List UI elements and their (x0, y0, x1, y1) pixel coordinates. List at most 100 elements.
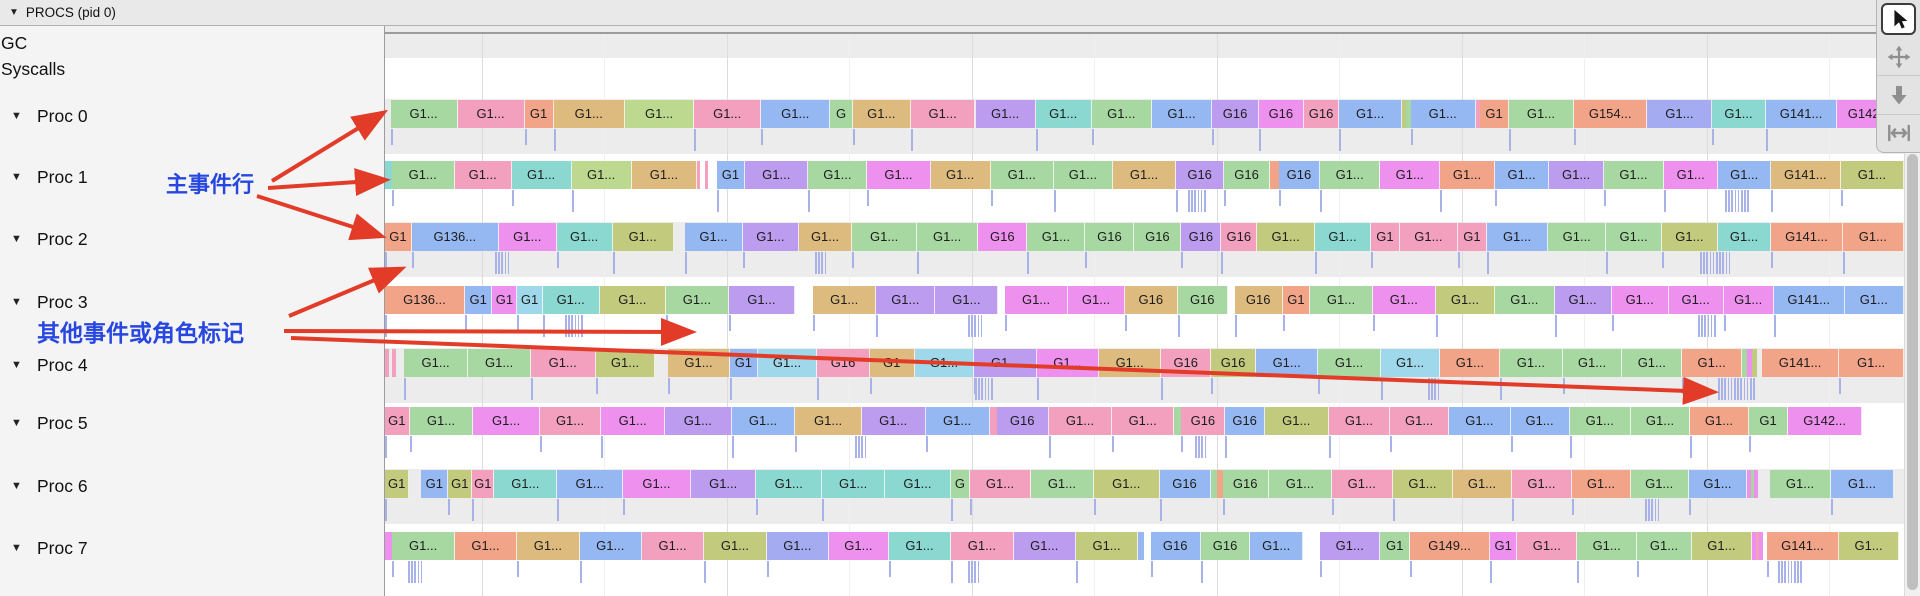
trace-event-bar[interactable]: G1... (1843, 223, 1904, 251)
trace-event-bar[interactable]: G1... (758, 349, 818, 377)
trace-event-bar[interactable]: G1... (694, 100, 761, 128)
trace-event-bar[interactable]: G1... (455, 161, 512, 189)
trace-event-bar[interactable]: G1 (385, 407, 410, 435)
trace-event-bar[interactable]: G141... (1771, 223, 1842, 251)
trace-event-bar[interactable]: G1... (1381, 349, 1441, 377)
trace-event-bar[interactable]: G1... (1014, 532, 1076, 560)
trace-event-bar[interactable] (1270, 161, 1279, 189)
trace-event-bar[interactable]: G1... (1718, 223, 1772, 251)
trace-event-bar[interactable]: G16 (1224, 161, 1270, 189)
trace-event-bar[interactable]: G1... (1689, 470, 1747, 498)
trace-event-bar[interactable]: G16 (1176, 161, 1224, 189)
collapse-triangle-icon[interactable]: ▼ (11, 353, 22, 377)
trace-event-bar[interactable]: G1... (885, 470, 951, 498)
trace-event-bar[interactable]: G141... (1774, 286, 1845, 314)
trace-event-bar[interactable]: G1 (517, 286, 542, 314)
trace-event-bar[interactable]: G1 (717, 161, 745, 189)
trace-event-bar[interactable]: G1... (1770, 470, 1831, 498)
trace-event-bar[interactable]: G1... (642, 532, 704, 560)
trace-event-bar[interactable]: G1... (458, 100, 525, 128)
trace-event-bar[interactable]: G141... (1767, 532, 1839, 560)
trace-event-bar[interactable] (705, 161, 708, 189)
trace-event-bar[interactable]: G1... (1577, 532, 1637, 560)
trace-event-bar[interactable]: G1... (685, 223, 743, 251)
trace-event-bar[interactable]: G1... (1631, 470, 1689, 498)
trace-event-bar[interactable]: G1 (730, 349, 757, 377)
trace-event-bar[interactable]: G1... (1682, 349, 1742, 377)
trace-event-bar[interactable]: G1 (465, 286, 492, 314)
trace-event-bar[interactable]: G1... (1509, 100, 1574, 128)
trace-event-bar[interactable]: G16 (1279, 161, 1320, 189)
trace-event-bar[interactable]: G16 (817, 349, 869, 377)
trace-event-bar[interactable]: G1... (1269, 470, 1332, 498)
trace-event-bar[interactable] (392, 349, 396, 377)
trace-event-bar[interactable]: G136... (385, 286, 465, 314)
sidebar-item-gc[interactable]: GC (0, 31, 380, 55)
trace-event-bar[interactable]: G1... (1622, 349, 1682, 377)
trace-event-bar[interactable]: G1... (1517, 532, 1577, 560)
trace-event-bar[interactable]: G1 (1480, 100, 1509, 128)
trace-event-bar[interactable]: G1... (970, 470, 1031, 498)
trace-event-bar[interactable]: G1... (1320, 532, 1380, 560)
trace-event-bar[interactable] (1174, 407, 1181, 435)
trace-event-bar[interactable]: G16 (1223, 470, 1269, 498)
trace-event-bar[interactable]: G1 (385, 223, 412, 251)
trace-event-bar[interactable]: G141... (1771, 161, 1841, 189)
trace-event-bar[interactable]: G1... (756, 470, 822, 498)
trace-event-bar[interactable]: G1... (1036, 100, 1092, 128)
trace-event-bar[interactable] (990, 407, 997, 435)
trace-event-bar[interactable]: G1... (852, 223, 917, 251)
sidebar-item-proc-4[interactable]: ▼Proc 4 (0, 353, 380, 377)
trace-event-bar[interactable]: G1... (554, 100, 625, 128)
trace-event-bar[interactable]: G1... (1076, 532, 1138, 560)
trace-event-bar[interactable]: G1... (911, 100, 976, 128)
trace-event-bar[interactable]: G1... (829, 532, 889, 560)
trace-event-bar[interactable]: G1... (704, 532, 766, 560)
trace-event-bar[interactable]: G1... (1380, 161, 1440, 189)
trace-event-bar[interactable]: G1... (1512, 470, 1573, 498)
collapse-triangle-icon[interactable]: ▼ (11, 474, 22, 498)
trace-event-bar[interactable]: G1... (1662, 223, 1718, 251)
trace-event-bar[interactable]: G1... (822, 470, 885, 498)
trace-event-bar[interactable]: G1... (1724, 286, 1774, 314)
trace-event-bar[interactable]: G1... (1690, 407, 1749, 435)
trace-event-bar[interactable]: G1... (1845, 286, 1904, 314)
trace-event-bar[interactable]: G141... (1766, 100, 1837, 128)
trace-event-bar[interactable]: G16 (1304, 100, 1340, 128)
trace-event-bar[interactable]: G1... (543, 286, 600, 314)
trace-event-bar[interactable]: G1... (1839, 532, 1899, 560)
trace-event-bar[interactable]: G1... (404, 349, 469, 377)
trace-event-bar[interactable]: G1... (468, 349, 530, 377)
trace-event-bar[interactable]: G16 (1181, 407, 1225, 435)
trace-event-bar[interactable]: G1... (1570, 407, 1631, 435)
trace-event-bar[interactable]: G1... (1393, 470, 1454, 498)
trace-event-bar[interactable]: G1... (1839, 349, 1904, 377)
trace-event-bar[interactable]: G1... (392, 161, 455, 189)
trace-event-bar[interactable]: G1... (926, 407, 990, 435)
trace-event-bar[interactable]: G16 (1259, 100, 1304, 128)
trace-event-bar[interactable]: G1... (1315, 223, 1371, 251)
trace-event-bar[interactable]: G1... (1152, 100, 1212, 128)
vertical-scrollbar-thumb[interactable] (1907, 154, 1918, 590)
trace-event-bar[interactable]: G142... (1788, 407, 1862, 435)
selection-tool-button[interactable] (1881, 3, 1916, 35)
trace-event-bar[interactable]: G16 (1235, 286, 1283, 314)
timing-tool-button[interactable] (1877, 115, 1920, 152)
trace-event-bar[interactable]: G1 (421, 470, 448, 498)
trace-event-bar[interactable]: G1... (1712, 100, 1766, 128)
trace-event-bar[interactable]: G1... (1373, 286, 1436, 314)
time-ruler[interactable] (385, 25, 1904, 34)
trace-event-bar[interactable]: G1 (1283, 286, 1310, 314)
sidebar-item-proc-7[interactable]: ▼Proc 7 (0, 536, 380, 560)
trace-event-bar[interactable]: G136... (412, 223, 499, 251)
trace-event-bar[interactable]: G1... (1549, 161, 1604, 189)
trace-event-bar[interactable]: G1... (601, 407, 665, 435)
trace-event-bar[interactable]: G1... (795, 407, 861, 435)
trace-event-bar[interactable]: G16 (1160, 470, 1211, 498)
trace-event-bar[interactable] (385, 532, 392, 560)
trace-event-bar[interactable]: G16 (1151, 532, 1201, 560)
trace-event-bar[interactable]: G1... (1487, 223, 1548, 251)
trace-event-bar[interactable]: G1... (1113, 161, 1176, 189)
collapse-triangle-icon[interactable]: ▼ (11, 165, 22, 189)
trace-event-bar[interactable]: G1... (1310, 286, 1373, 314)
